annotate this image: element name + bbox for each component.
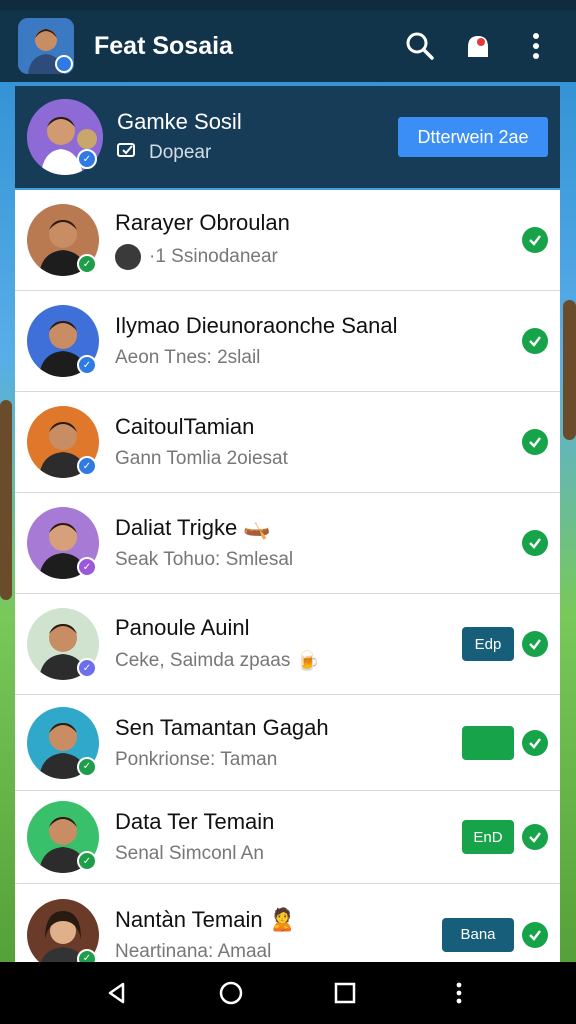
- list-item[interactable]: ✓ CaitoulTamian Gann Tomlia 2oiesat: [15, 392, 560, 493]
- list-item[interactable]: ✓ Data Ter Temain Senal Simconl An EnD: [15, 791, 560, 884]
- check-icon: [522, 824, 548, 850]
- status-badge-icon: ✓: [77, 355, 97, 375]
- profile-avatar[interactable]: [18, 18, 74, 74]
- boat-emoji: 🛶: [243, 515, 271, 540]
- contact-status: Ceke, Saimda zpaas: [115, 650, 291, 671]
- status-badge-icon: ✓: [77, 456, 97, 476]
- avatar: ✓: [27, 801, 99, 873]
- more-vert-icon[interactable]: [514, 24, 558, 68]
- contact-status: ·1 Ssinodanear: [149, 246, 278, 267]
- contact-name: Daliat Trigke 🛶: [115, 515, 271, 540]
- check-icon: [522, 530, 548, 556]
- group-header[interactable]: ✓ Gamke Sosil Dopear Dtterwein 2ae: [15, 86, 560, 188]
- list-item[interactable]: ✓ Nantàn Temain 🙎 Neartinana: Amaal Bana: [15, 884, 560, 962]
- list-item[interactable]: ✓ Rarayer Obroulan ·1 Ssinodanear: [15, 190, 560, 291]
- action-tag-button[interactable]: [462, 725, 514, 760]
- check-icon: [522, 227, 548, 253]
- back-icon[interactable]: [95, 971, 139, 1015]
- background-tree: [0, 400, 12, 600]
- contact-list: ✓ Rarayer Obroulan ·1 Ssinodanear ✓ Ilym…: [15, 190, 560, 962]
- recents-icon[interactable]: [323, 971, 367, 1015]
- contact-status: Senal Simconl An: [115, 843, 264, 864]
- person-emoji: 🙎: [268, 906, 297, 932]
- group-title: Gamke Sosil: [117, 109, 242, 134]
- action-tag-button[interactable]: EnD: [462, 820, 514, 854]
- system-nav-bar: [0, 962, 576, 1024]
- bell-icon[interactable]: [456, 24, 500, 68]
- group-avatar: ✓: [27, 99, 103, 175]
- more-vert-icon[interactable]: [437, 971, 481, 1015]
- contact-status: Neartinana: Amaal: [115, 940, 272, 962]
- check-icon: [522, 328, 548, 354]
- avatar: ✓: [27, 608, 99, 680]
- status-badge-icon: ✓: [77, 851, 97, 871]
- action-tag-button[interactable]: Edp: [462, 627, 514, 661]
- status-badge-icon: ✓: [77, 756, 97, 777]
- contact-name: Rarayer Obroulan: [115, 210, 290, 235]
- list-item[interactable]: ✓ Panoule Auinl Ceke, Saimda zpaas 🍺 Edp: [15, 594, 560, 695]
- avatar: ✓: [27, 305, 99, 377]
- group-subtitle: Dopear: [149, 142, 212, 163]
- list-item[interactable]: ✓ Ilymao Dieunoraonche Sanal Aeon Tnes: …: [15, 291, 560, 392]
- contact-name: Sen Tamantan Gagah: [115, 714, 329, 740]
- home-icon[interactable]: [209, 971, 253, 1015]
- contact-status: Gann Tomlia 2oiesat: [115, 448, 288, 469]
- check-icon: [522, 729, 548, 756]
- avatar: ✓: [27, 507, 99, 579]
- contact-status: Seak Tohuo: Smlesal: [115, 549, 294, 570]
- app-title: Feat Sosaia: [94, 31, 233, 60]
- background-tree: [563, 300, 576, 440]
- check-icon: [522, 429, 548, 455]
- status-badge-icon: ✓: [77, 254, 97, 274]
- check-icon: [522, 631, 548, 657]
- group-icon: [117, 141, 139, 165]
- status-bar: [0, 0, 576, 10]
- contact-status: Aeon Tnes: 2slail: [115, 347, 261, 368]
- status-badge-icon: ✓: [77, 557, 97, 577]
- avatar: ✓: [27, 706, 99, 779]
- avatar: ✓: [27, 204, 99, 276]
- list-item[interactable]: ✓ Sen Tamantan Gagah Ponkrionse: Taman: [15, 695, 560, 791]
- action-tag-button[interactable]: Bana: [442, 917, 514, 952]
- search-icon[interactable]: [398, 24, 442, 68]
- mini-avatar-icon: [115, 244, 141, 270]
- app-bar: Feat Sosaia: [0, 10, 576, 82]
- contact-name: Panoule Auinl: [115, 615, 250, 640]
- drink-emoji: 🍺: [296, 651, 320, 672]
- header-action-button[interactable]: Dtterwein 2ae: [398, 117, 548, 157]
- status-badge-icon: ✓: [77, 658, 97, 678]
- avatar: ✓: [27, 406, 99, 478]
- contact-name: Ilymao Dieunoraonche Sanal: [115, 313, 398, 338]
- contact-name: Nantàn Temain 🙎: [115, 906, 297, 932]
- contact-status: Ponkrionse: Taman: [115, 748, 278, 770]
- verified-badge-icon: ✓: [77, 149, 97, 169]
- contact-name: CaitoulTamian: [115, 414, 255, 439]
- list-item[interactable]: ✓ Daliat Trigke 🛶 Seak Tohuo: Smlesal: [15, 493, 560, 594]
- check-icon: [522, 921, 548, 948]
- avatar: ✓: [27, 898, 99, 962]
- contact-name: Data Ter Temain: [115, 809, 275, 834]
